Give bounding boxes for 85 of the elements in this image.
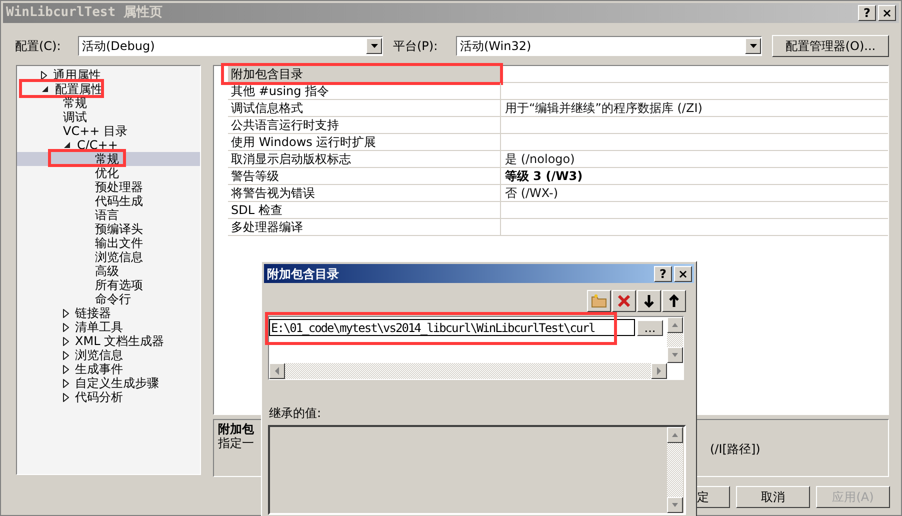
tree-item[interactable]: 输出文件 — [95, 236, 143, 250]
tree-item[interactable]: 优化 — [95, 166, 119, 180]
scroll-left-button[interactable] — [269, 363, 285, 379]
tree-item[interactable]: 代码生成 — [95, 194, 143, 208]
vertical-triangle-icon — [671, 432, 679, 438]
tree-item[interactable]: 命令行 — [95, 292, 131, 306]
config-dropdown[interactable]: 活动(Debug) — [78, 36, 383, 56]
tree-item[interactable]: 高级 — [95, 264, 119, 278]
property-value[interactable]: 是 (/nologo) — [501, 151, 575, 167]
down-arrow-icon — [644, 294, 654, 308]
scroll-up-button[interactable] — [667, 427, 683, 443]
horizontal-triangle-icon — [656, 367, 662, 375]
description-title: 附加包 — [218, 422, 254, 436]
tree-item[interactable]: 生成事件 — [75, 362, 123, 376]
property-name[interactable]: SDL 检查 — [228, 202, 501, 218]
vertical-triangle-icon — [671, 352, 679, 358]
horizontal-triangle-icon — [274, 367, 280, 375]
switch-text: (/I[路径]) — [710, 441, 760, 458]
property-name[interactable]: 附加包含目录 — [228, 66, 501, 82]
property-name[interactable]: 其他 #using 指令 — [228, 83, 501, 99]
config-label: 配置(C): — [15, 38, 62, 55]
property-name[interactable]: 取消显示启动版权标志 — [228, 151, 501, 167]
window-title: WinLibcurlTest 属性页 — [6, 4, 162, 22]
vertical-triangle-icon — [671, 322, 679, 328]
property-name[interactable]: 多处理器编译 — [228, 219, 501, 235]
tree-item[interactable]: 常规 — [95, 152, 119, 166]
tree-item[interactable]: 所有选项 — [95, 278, 143, 292]
tree-item[interactable]: 调试 — [63, 110, 87, 124]
tree-item[interactable]: 配置属性 — [55, 82, 103, 96]
delete-icon — [617, 294, 631, 308]
tree-item[interactable]: 语言 — [95, 208, 119, 222]
platform-label: 平台(P): — [393, 38, 439, 55]
config-manager-button[interactable]: 配置管理器(O)... — [772, 35, 889, 57]
tree-item[interactable]: C/C++ — [77, 138, 118, 152]
tree-item[interactable]: 浏览信息 — [95, 250, 143, 264]
property-value[interactable]: 等级 3 (/W3) — [501, 168, 583, 184]
tree-item[interactable]: 链接器 — [75, 306, 111, 320]
help-button[interactable]: ? — [654, 266, 672, 282]
new-folder-button[interactable] — [587, 290, 611, 312]
collapsed-triangle-icon[interactable] — [63, 392, 69, 402]
collapsed-triangle-icon[interactable] — [63, 336, 69, 346]
scroll-down-button[interactable] — [667, 497, 683, 513]
tree-item[interactable]: VC++ 目录 — [63, 124, 128, 138]
dialog-title: 附加包含目录 — [267, 266, 339, 282]
folder-icon — [591, 294, 607, 308]
close-button[interactable]: × — [878, 5, 896, 21]
tree-item[interactable]: 预处理器 — [95, 180, 143, 194]
tree-item[interactable]: 清单工具 — [75, 320, 123, 334]
scroll-down-button[interactable] — [667, 347, 683, 363]
move-up-button[interactable] — [662, 290, 686, 312]
property-name[interactable]: 调试信息格式 — [228, 100, 501, 116]
collapsed-triangle-icon[interactable] — [63, 378, 69, 388]
collapsed-triangle-icon[interactable] — [63, 364, 69, 374]
collapsed-triangle-icon[interactable] — [41, 70, 47, 80]
close-button[interactable]: × — [674, 266, 692, 282]
tree-item[interactable]: XML 文档生成器 — [75, 334, 164, 348]
collapsed-triangle-icon[interactable] — [63, 350, 69, 360]
inherited-label: 继承的值: — [269, 405, 322, 422]
path-input-field[interactable]: E:\01_code\mytest\vs2014_libcurl\WinLibcurlTest\curl — [269, 319, 635, 336]
tree-item[interactable]: 自定义生成步骤 — [75, 376, 159, 390]
delete-button[interactable] — [612, 290, 636, 312]
description-text: 指定一 — [218, 436, 254, 450]
property-name[interactable]: 公共语言运行时支持 — [228, 117, 501, 133]
expanded-triangle-icon[interactable] — [41, 85, 49, 93]
property-value[interactable]: 用于“编辑并继续”的程序数据库 (/ZI) — [501, 100, 702, 116]
tree-item[interactable]: 浏览信息 — [75, 348, 123, 362]
scroll-up-button[interactable] — [667, 317, 683, 333]
browse-button[interactable]: ... — [637, 320, 663, 336]
expanded-triangle-icon[interactable] — [63, 141, 71, 149]
tree-item[interactable]: 代码分析 — [75, 390, 123, 404]
property-name[interactable]: 警告等级 — [228, 168, 501, 184]
vertical-triangle-icon — [671, 502, 679, 508]
scroll-right-button[interactable] — [651, 363, 667, 379]
tree-item[interactable]: 常规 — [63, 96, 87, 110]
collapsed-triangle-icon[interactable] — [63, 308, 69, 318]
property-name[interactable]: 使用 Windows 运行时扩展 — [228, 134, 501, 150]
platform-dropdown[interactable]: 活动(Win32) — [456, 36, 762, 56]
move-down-button[interactable] — [637, 290, 661, 312]
tree-item[interactable]: 预编译头 — [95, 222, 143, 236]
help-button[interactable]: ? — [858, 5, 876, 21]
property-name[interactable]: 将警告视为错误 — [228, 185, 501, 201]
collapsed-triangle-icon[interactable] — [63, 322, 69, 332]
dialog-button[interactable]: 取消 — [736, 486, 810, 508]
property-value[interactable]: 否 (/WX-) — [501, 185, 558, 201]
up-arrow-icon — [669, 294, 679, 308]
